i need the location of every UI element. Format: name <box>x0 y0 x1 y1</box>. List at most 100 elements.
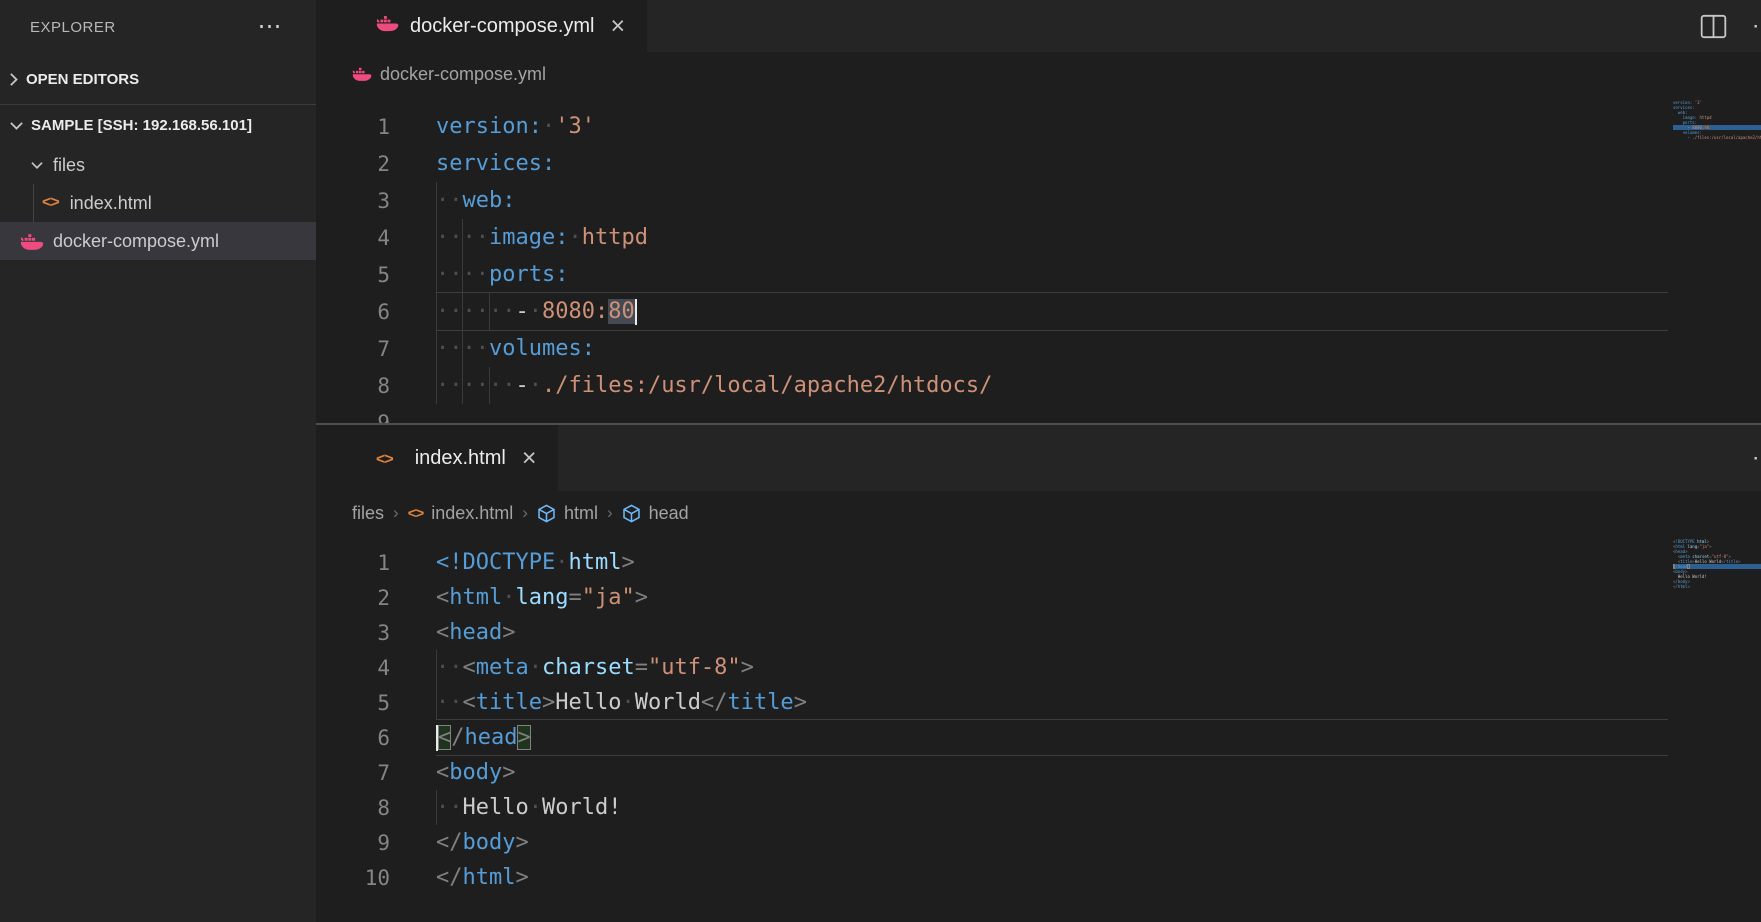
code-token: Hello <box>555 690 621 715</box>
more-actions-icon[interactable]: ⋯ <box>258 15 283 39</box>
tree-item-index.html[interactable]: <>index.html <box>0 184 316 222</box>
docker-icon <box>376 14 399 32</box>
code-token: "ja" <box>582 585 635 610</box>
chevron-right-icon: › <box>393 503 399 523</box>
breadcrumb-index.html[interactable]: <>index.html <box>408 503 514 524</box>
code-token: > <box>741 655 754 680</box>
code-line-content[interactable]: <html·lang="ja"> <box>436 580 1668 615</box>
more-actions-icon[interactable]: ⋯ <box>1752 445 1761 471</box>
tree-item-docker-compose.yml[interactable]: docker-compose.yml <box>0 222 316 260</box>
line-number: 1 <box>316 115 390 139</box>
code-token: · <box>529 373 542 398</box>
code-line-2: 2services: <box>316 145 1668 182</box>
tab-docker-compose[interactable]: docker-compose.yml × <box>316 0 647 52</box>
workspace-section[interactable]: SAMPLE [SSH: 192.168.56.101] <box>0 105 316 146</box>
breadcrumb-label: html <box>564 503 598 524</box>
text-cursor <box>635 299 637 325</box>
tab-index-html[interactable]: <> index.html × <box>316 425 558 491</box>
code-line-content[interactable]: </html> <box>436 860 1668 895</box>
docker-icon <box>352 66 372 82</box>
minimap[interactable]: version: '3'services: web: image: httpd … <box>1673 100 1761 145</box>
line-number: 4 <box>316 656 390 680</box>
code-token: html <box>568 550 621 575</box>
minimap[interactable]: <!DOCTYPE html><html lang="ja"><head> <m… <box>1673 539 1761 589</box>
code-line-content[interactable] <box>436 404 1668 423</box>
code-line-content[interactable]: ··<title>Hello·World</title> <box>436 685 1668 720</box>
code-token: - <box>515 373 528 398</box>
code-line-content[interactable]: version:·'3' <box>436 108 1668 145</box>
code-token: meta <box>476 655 529 680</box>
html-file-icon: <> <box>376 451 393 468</box>
indent-guide <box>436 650 437 685</box>
code-line-content[interactable]: ··Hello·World! <box>436 790 1668 825</box>
code-token: · <box>555 550 568 575</box>
code-line-content[interactable]: services: <box>436 145 1668 182</box>
more-actions-icon[interactable]: ⋯ <box>1752 13 1761 39</box>
code-token: · <box>529 299 542 324</box>
code-line-content[interactable]: <!DOCTYPE·html> <box>436 545 1668 580</box>
breadcrumb-docker-compose.yml[interactable]: docker-compose.yml <box>352 64 546 85</box>
chevron-right-icon: › <box>522 503 528 523</box>
chevron-right-icon <box>9 72 19 87</box>
code-token: > <box>542 690 555 715</box>
code-token: html <box>463 865 516 890</box>
tab-label: docker-compose.yml <box>410 15 595 38</box>
code-line-content[interactable]: </body> <box>436 825 1668 860</box>
code-token: > <box>517 725 530 750</box>
split-editor-icon[interactable] <box>1700 14 1727 39</box>
code-line-7: 7····volumes: <box>316 330 1668 367</box>
code-line-content[interactable]: <head> <box>436 615 1668 650</box>
code-token: / <box>451 725 464 750</box>
line-number: 8 <box>316 374 390 398</box>
breadcrumb-files[interactable]: files <box>352 503 384 524</box>
code-token: image: <box>489 225 568 250</box>
line-number: 10 <box>316 866 390 890</box>
code-token: < <box>436 760 449 785</box>
code-line-3: 3<head> <box>316 615 1668 650</box>
editor-group-bottom: <> index.html × ⋯ files › <>index.html › ht… <box>316 425 1761 922</box>
code-line-content[interactable]: ······-·8080:80 <box>436 292 1668 331</box>
indent-guide <box>436 182 437 219</box>
code-token: lang <box>515 585 568 610</box>
code-line-content[interactable]: ····ports: <box>436 256 1668 293</box>
breadcrumb-label: files <box>352 503 384 524</box>
code-line-content[interactable]: <body> <box>436 755 1668 790</box>
close-icon[interactable]: × <box>611 14 626 39</box>
code-token: ports: <box>489 262 568 287</box>
breadcrumb-head[interactable]: head <box>622 503 689 524</box>
open-editors-section[interactable]: OPEN EDITORS <box>0 54 316 105</box>
code-token: < <box>436 585 449 610</box>
editor-group-top: docker-compose.yml × ⋯ docker-compose.ym… <box>316 0 1761 423</box>
code-line-5: 5··<title>Hello·World</title> <box>316 685 1668 720</box>
breadcrumb-html[interactable]: html <box>537 503 598 524</box>
code-line-content[interactable]: ····image:·httpd <box>436 219 1668 256</box>
code-line-content[interactable]: ··web: <box>436 182 1668 219</box>
code-editor-html: 1<!DOCTYPE·html>2<html·lang="ja">3<head>… <box>316 535 1761 895</box>
indent-guide <box>436 685 437 720</box>
line-number: 7 <box>316 761 390 785</box>
code-line-content[interactable]: </head> <box>436 719 1668 756</box>
code-line-content[interactable]: ··<meta·charset="utf-8"> <box>436 650 1668 685</box>
code-token: httpd <box>582 225 648 250</box>
code-token: · <box>568 225 581 250</box>
indent-guide <box>436 367 437 404</box>
line-number: 1 <box>316 551 390 575</box>
code-token: > <box>794 690 807 715</box>
code-line-9: 9 <box>316 404 1668 423</box>
code-line-content[interactable]: ······-·./files:/usr/local/apache2/htdoc… <box>436 367 1668 404</box>
html-file-icon: <> <box>408 505 424 522</box>
code-line-content[interactable]: ····volumes: <box>436 330 1668 367</box>
workspace-label: SAMPLE [SSH: 192.168.56.101] <box>31 117 252 134</box>
minimap-line: </html> <box>1673 584 1761 589</box>
close-icon[interactable]: × <box>522 446 537 471</box>
code-token: head <box>449 620 502 645</box>
code-line-10: 10 </html> <box>316 860 1668 895</box>
symbol-cube-icon <box>622 504 641 523</box>
tree-item-files[interactable]: files <box>0 146 316 184</box>
code-token: < <box>463 655 476 680</box>
indent-guide <box>462 219 463 256</box>
code-token: ······ <box>436 299 515 324</box>
editor-split-sash[interactable] <box>316 423 1761 425</box>
tree-item-label: files <box>53 155 85 176</box>
docker-icon <box>20 232 44 251</box>
